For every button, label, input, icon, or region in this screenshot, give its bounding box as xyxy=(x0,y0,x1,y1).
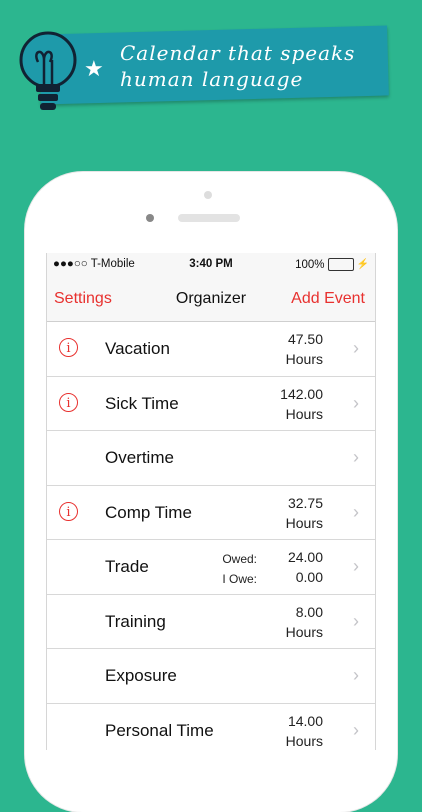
chevron-right-icon: › xyxy=(353,719,359,740)
list-item[interactable]: Training 8.00 Hours › xyxy=(47,594,375,649)
list-item-label: Comp Time xyxy=(105,502,192,522)
battery-indicator: 100% ⚡ xyxy=(295,258,369,271)
list-item-label: Exposure xyxy=(105,666,177,685)
list-item-value: 47.50 Hours xyxy=(286,329,323,369)
list-item-value: 8.00 Hours xyxy=(286,602,323,642)
value-amount: 47.50 xyxy=(287,331,323,347)
list-item-label: Personal Time xyxy=(105,720,214,740)
info-icon[interactable]: i xyxy=(59,338,78,357)
value-unit: Hours xyxy=(285,514,323,531)
star-icon: ★ xyxy=(84,56,104,81)
value-amount: 24.00 xyxy=(287,549,323,565)
list-item[interactable]: i Comp Time 32.75 Hours › xyxy=(47,485,375,540)
list-item-value: 142.00 Hours xyxy=(280,384,323,424)
owed-label: Owed: xyxy=(222,552,257,566)
banner-text: Calendar that speaks human language xyxy=(120,41,356,91)
list-item[interactable]: i Vacation 47.50 Hours › xyxy=(47,322,375,377)
status-bar: ●●●○○ T-Mobile 3:40 PM 100% ⚡ xyxy=(47,253,375,277)
list-item-label: Vacation xyxy=(105,339,170,358)
add-event-button[interactable]: Add Event xyxy=(291,290,365,308)
battery-icon xyxy=(327,258,354,271)
list-item-label: Overtime xyxy=(105,448,174,467)
chevron-right-icon: › xyxy=(353,392,359,413)
category-list: i Vacation 47.50 Hours › i Sick Time 142.00 Hour… xyxy=(47,322,375,750)
list-item-label: Sick Time xyxy=(105,393,179,413)
info-icon[interactable]: i xyxy=(59,501,78,521)
list-item[interactable]: Exposure › xyxy=(47,649,375,704)
lightbulb-icon xyxy=(19,31,77,110)
chevron-right-icon: › xyxy=(353,338,359,358)
list-item[interactable]: i Sick Time 142.00 Hours › xyxy=(47,376,375,431)
value-amount: 142.00 xyxy=(280,385,323,402)
value-unit: Hours xyxy=(285,405,323,422)
value-unit: Hours xyxy=(285,623,323,640)
chevron-right-icon: › xyxy=(353,556,359,576)
list-item[interactable]: Personal Time 14.00 Hours › xyxy=(47,703,375,751)
list-item-value: 24.00 0.00 xyxy=(288,547,323,587)
list-item-label: Trade xyxy=(105,557,149,576)
navigation-bar: Settings Organizer Add Event xyxy=(47,277,375,322)
list-item-label: Training xyxy=(105,611,166,631)
phone-screen: ●●●○○ T-Mobile 3:40 PM 100% ⚡ Settings O… xyxy=(46,253,376,750)
value-amount: 8.00 xyxy=(295,603,323,620)
chevron-right-icon: › xyxy=(353,610,359,631)
i-owe-label: I Owe: xyxy=(222,572,257,586)
list-item[interactable]: Trade Owed: I Owe: 24.00 0.00 › xyxy=(47,540,375,595)
chevron-right-icon: › xyxy=(353,665,359,685)
front-camera xyxy=(146,214,154,222)
list-item[interactable]: Overtime › xyxy=(47,431,375,486)
charging-icon: ⚡ xyxy=(356,259,369,270)
value-amount: 14.00 xyxy=(287,712,323,729)
trade-sublabels: Owed: I Owe: xyxy=(222,549,257,589)
list-item-value: 32.75 Hours xyxy=(286,493,323,533)
info-icon[interactable]: i xyxy=(59,392,78,412)
list-item-value: 14.00 Hours xyxy=(286,711,323,751)
proximity-sensor xyxy=(204,191,212,199)
value-unit: Hours xyxy=(285,732,323,749)
battery-percent: 100% xyxy=(295,258,325,271)
chevron-right-icon: › xyxy=(353,447,359,467)
earpiece-speaker xyxy=(178,214,240,222)
value-unit: 0.00 xyxy=(295,569,323,585)
chevron-right-icon: › xyxy=(353,501,359,522)
value-amount: 32.75 xyxy=(287,494,323,511)
value-unit: Hours xyxy=(285,351,323,367)
